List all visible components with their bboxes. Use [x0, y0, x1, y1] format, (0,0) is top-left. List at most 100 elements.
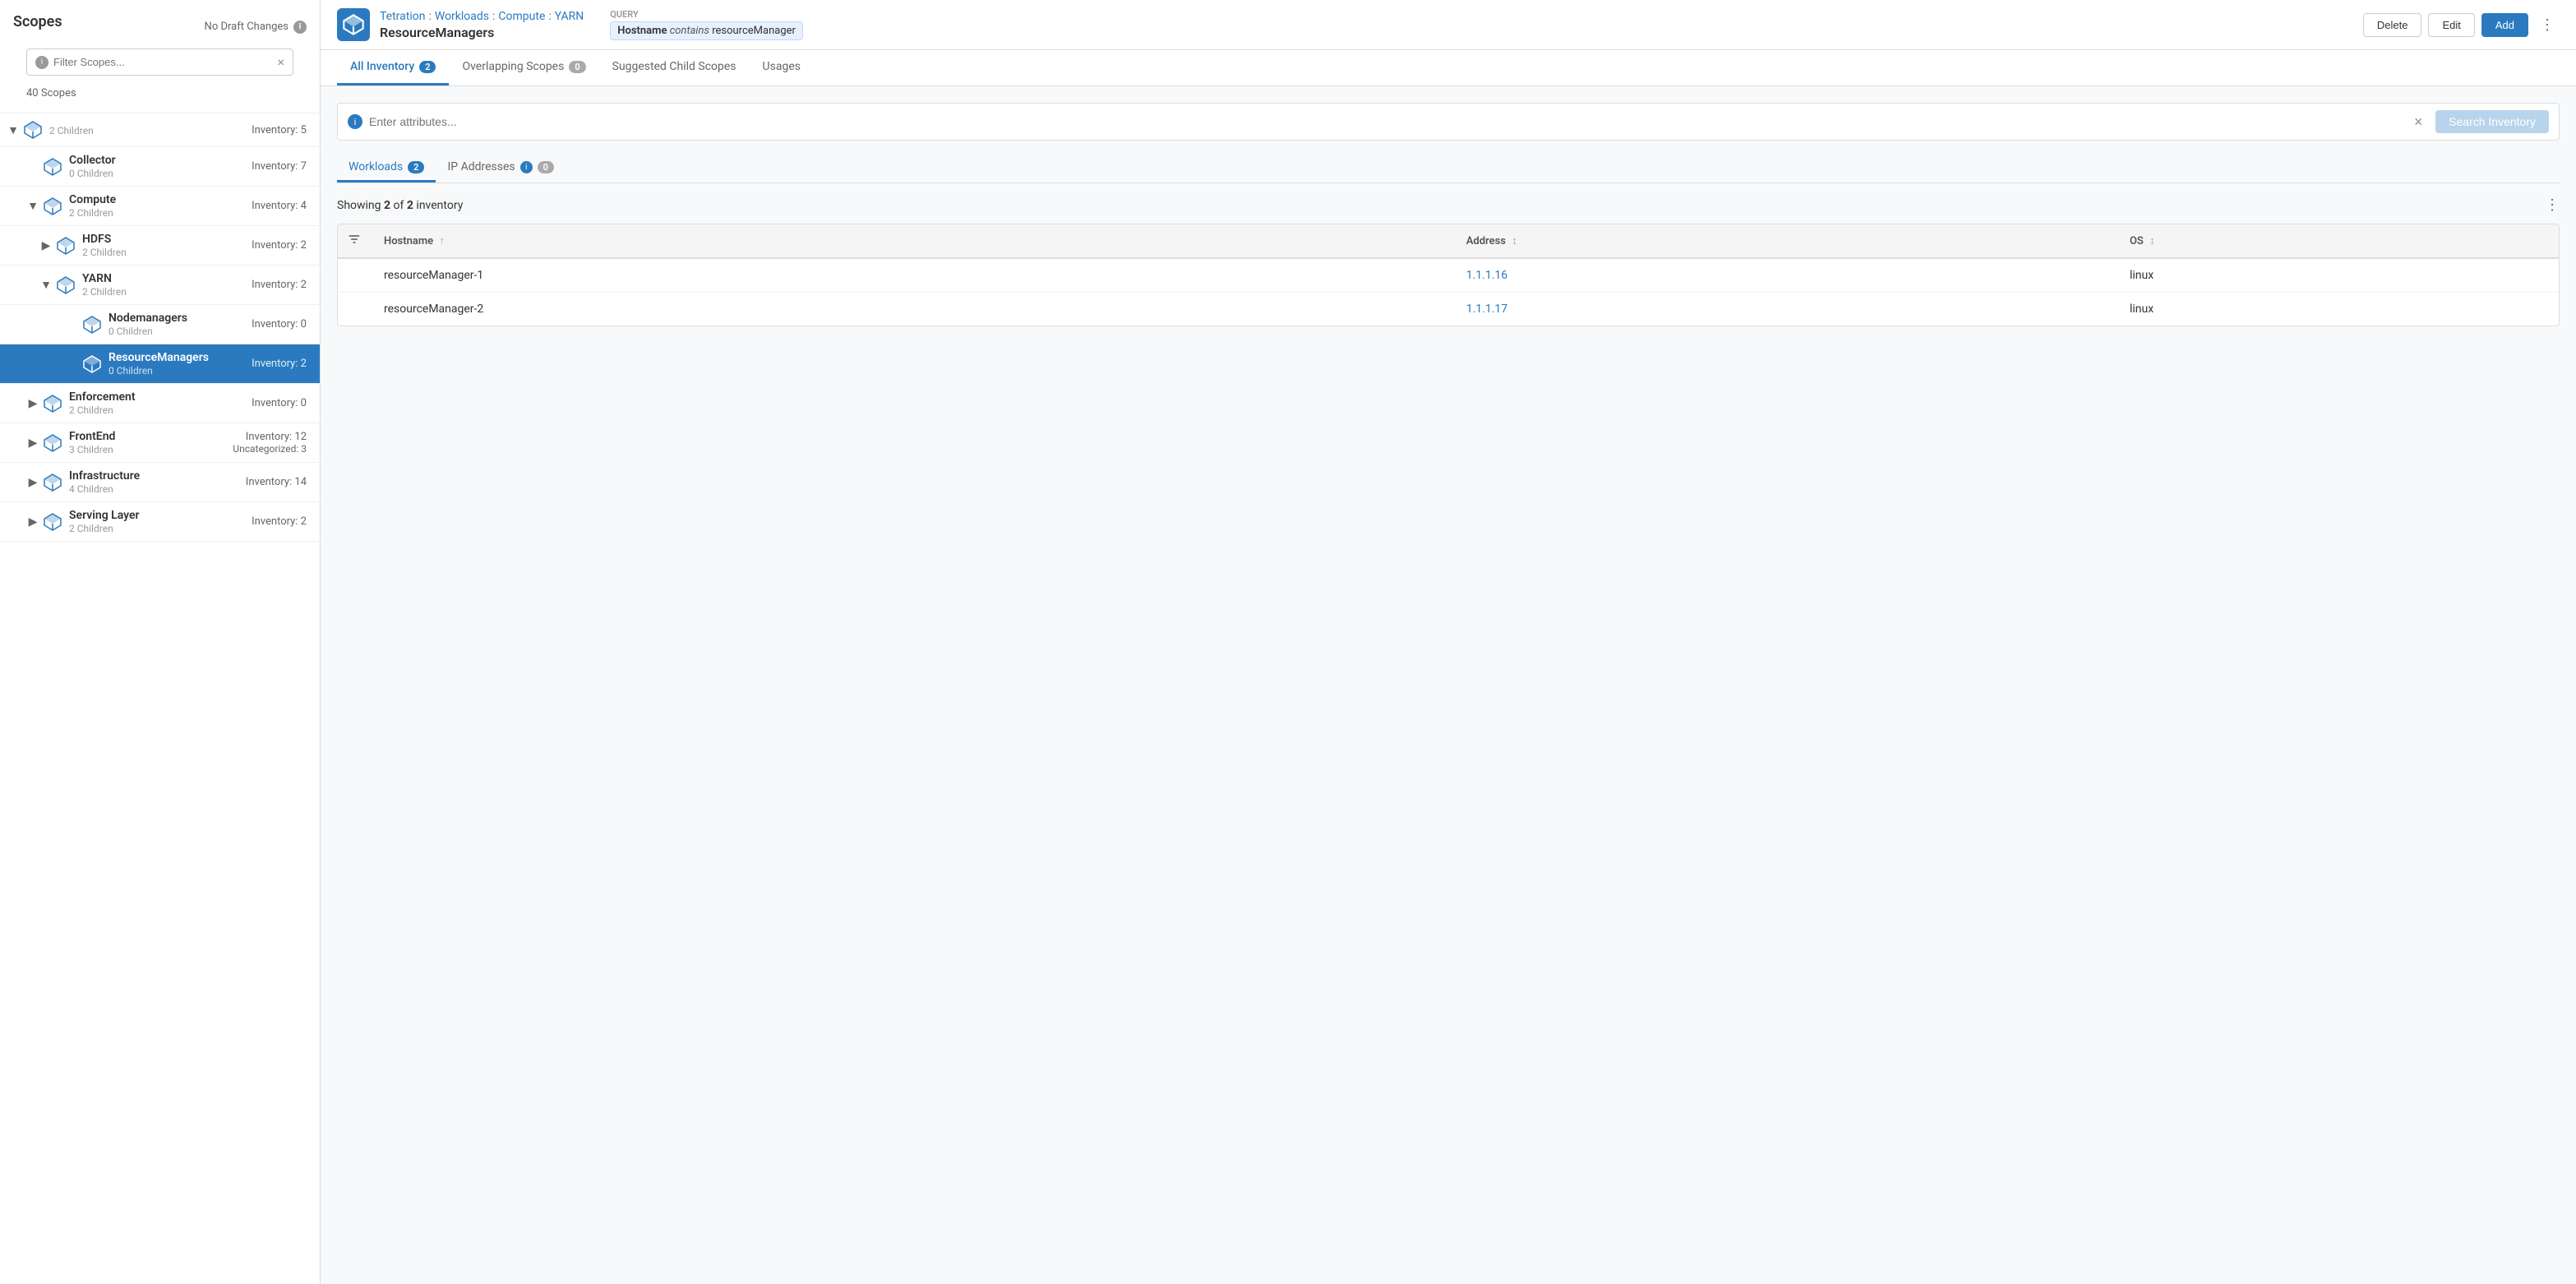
chevron-right-icon[interactable]: ▶: [26, 397, 39, 410]
filter-clear-icon[interactable]: ×: [277, 54, 284, 70]
more-options-button[interactable]: ⋮: [2535, 12, 2560, 37]
hostname-column-header[interactable]: Hostname ↑: [371, 224, 1453, 258]
scope-children-label: 2 Children: [69, 404, 252, 416]
search-clear-icon[interactable]: ×: [2415, 113, 2423, 131]
ip-addresses-info-icon: i: [520, 161, 533, 173]
sidebar: Scopes No Draft Changes i i × 40 Scopes …: [0, 0, 321, 1284]
scope-name: Compute: [69, 193, 252, 206]
inventory-count: Showing 2 of 2 inventory: [337, 199, 463, 212]
scope-children-label: 0 Children: [69, 168, 252, 179]
list-item[interactable]: ▶ Enforcement 2 Children Inventory: 0: [0, 384, 320, 423]
scope-children-label: 2 Children: [82, 286, 252, 298]
address-cell[interactable]: 1.1.1.17: [1453, 293, 2117, 326]
cube-icon: [56, 236, 76, 256]
inventory-more-options-icon[interactable]: ⋮: [2545, 196, 2560, 214]
list-item[interactable]: ▶ Serving Layer 2 Children Inventory: 2: [0, 502, 320, 542]
scope-children-label: 0 Children: [108, 326, 252, 337]
list-item[interactable]: ▼ YARN 2 Children Inventory: 2: [0, 266, 320, 305]
sub-tab-ip-addresses[interactable]: IP Addresses i 0: [436, 154, 565, 182]
breadcrumb-workloads[interactable]: Workloads: [435, 10, 489, 23]
filter-input[interactable]: [53, 56, 272, 68]
cube-icon: [23, 120, 43, 140]
hostname-sort-icon[interactable]: ↑: [439, 235, 445, 247]
draft-info-icon: i: [293, 21, 307, 34]
list-item[interactable]: ▶ Nodemanagers 0 Children Inventory: 0: [0, 305, 320, 344]
sub-tab-workloads[interactable]: Workloads 2: [337, 154, 436, 182]
sub-tab-ip-addresses-badge: 0: [538, 161, 554, 173]
filter-icon: [348, 233, 361, 246]
filter-bar[interactable]: i ×: [26, 48, 293, 76]
tab-suggested-child-scopes[interactable]: Suggested Child Scopes: [599, 50, 750, 85]
scope-children-label: 3 Children: [69, 444, 233, 455]
search-input[interactable]: [369, 115, 2408, 128]
hostname-cell: resourceManager-1: [371, 258, 1453, 293]
draft-notice-text: No Draft Changes: [205, 21, 289, 33]
tab-suggested-label: Suggested Child Scopes: [612, 60, 736, 73]
tab-overlapping-scopes[interactable]: Overlapping Scopes 0: [449, 50, 598, 85]
cube-icon: [56, 275, 76, 295]
scope-inventory: Inventory: 2: [252, 279, 307, 291]
os-column-header[interactable]: OS ↕: [2117, 224, 2559, 258]
query-hostname-label: Hostname: [617, 25, 667, 37]
list-item[interactable]: ▶ Infrastructure 4 Children Inventory: 1…: [0, 463, 320, 502]
chevron-right-icon[interactable]: ▶: [26, 476, 39, 489]
list-item-active[interactable]: ▶ ResourceManagers 0 Children Inventory:…: [0, 344, 320, 384]
query-label: Query: [610, 9, 803, 20]
breadcrumb-yarn[interactable]: YARN: [555, 10, 584, 23]
scope-inventory: Inventory: 5: [252, 124, 307, 136]
chevron-right-icon[interactable]: ▶: [26, 515, 39, 529]
delete-button[interactable]: Delete: [2363, 13, 2422, 37]
search-bar: i × Search Inventory: [337, 103, 2560, 141]
scope-children-label: 2 Children: [82, 247, 252, 258]
os-sort-icon[interactable]: ↕: [2149, 235, 2155, 247]
cube-icon: [43, 157, 62, 177]
cube-logo-icon: [342, 13, 365, 36]
filter-column-header: [338, 224, 371, 258]
add-button[interactable]: Add: [2481, 13, 2528, 37]
scope-children-label: 2 Children: [49, 125, 252, 136]
tab-usages-label: Usages: [763, 60, 801, 73]
hostname-header-label: Hostname: [384, 235, 433, 247]
sub-tab-workloads-badge: 2: [408, 161, 424, 173]
scope-inventory: Inventory: 0: [252, 318, 307, 330]
scope-name: Collector: [69, 154, 252, 167]
tab-all-inventory-badge: 2: [419, 61, 436, 73]
breadcrumb-compute[interactable]: Compute: [498, 10, 545, 23]
chevron-down-icon[interactable]: ▼: [26, 200, 39, 213]
sub-tab-workloads-label: Workloads: [349, 160, 403, 173]
address-column-header[interactable]: Address ↕: [1453, 224, 2117, 258]
search-inventory-button[interactable]: Search Inventory: [2435, 110, 2549, 133]
list-item[interactable]: ▶ HDFS 2 Children Inventory: 2: [0, 226, 320, 266]
cube-icon: [43, 196, 62, 216]
tab-all-inventory[interactable]: All Inventory 2: [337, 50, 449, 85]
tab-overlapping-label: Overlapping Scopes: [462, 60, 564, 73]
list-item[interactable]: ▶ FrontEnd 3 Children Inventory: 12 Unca…: [0, 423, 320, 463]
chevron-down-icon[interactable]: ▼: [39, 279, 53, 292]
breadcrumb: Tetration : Workloads : Compute : YARN: [380, 10, 584, 23]
chevron-down-icon[interactable]: ▼: [7, 123, 20, 136]
scope-name: Enforcement: [69, 390, 252, 404]
list-item[interactable]: ▶ Collector 0 Children Inventory: 7: [0, 147, 320, 187]
chevron-right-icon[interactable]: ▶: [26, 436, 39, 450]
chevron-right-icon[interactable]: ▶: [39, 239, 53, 252]
list-item[interactable]: ▼ Compute 2 Children Inventory: 4: [0, 187, 320, 226]
row-filter-cell: [338, 293, 371, 326]
breadcrumb-tetration[interactable]: Tetration: [380, 10, 425, 23]
edit-button[interactable]: Edit: [2428, 13, 2474, 37]
row-filter-cell: [338, 258, 371, 293]
shown-count: 2: [384, 199, 390, 212]
os-cell: linux: [2117, 293, 2559, 326]
scope-identity: Tetration : Workloads : Compute : YARN R…: [380, 10, 584, 40]
scope-inventory: Inventory: 14: [246, 476, 307, 488]
cube-icon: [43, 433, 62, 453]
list-item[interactable]: ▼ 2 Children Inventory: 5: [0, 113, 320, 147]
address-sort-icon[interactable]: ↕: [1512, 235, 1517, 247]
os-header-label: OS: [2130, 235, 2144, 247]
address-cell[interactable]: 1.1.1.16: [1453, 258, 2117, 293]
tab-usages[interactable]: Usages: [750, 50, 814, 85]
sidebar-header: Scopes No Draft Changes i i × 40 Scopes: [0, 0, 320, 113]
scope-children-label: 0 Children: [108, 365, 252, 376]
draft-notice: No Draft Changes i: [205, 21, 307, 34]
scope-logo: [337, 8, 370, 41]
scope-name: YARN: [82, 272, 252, 285]
